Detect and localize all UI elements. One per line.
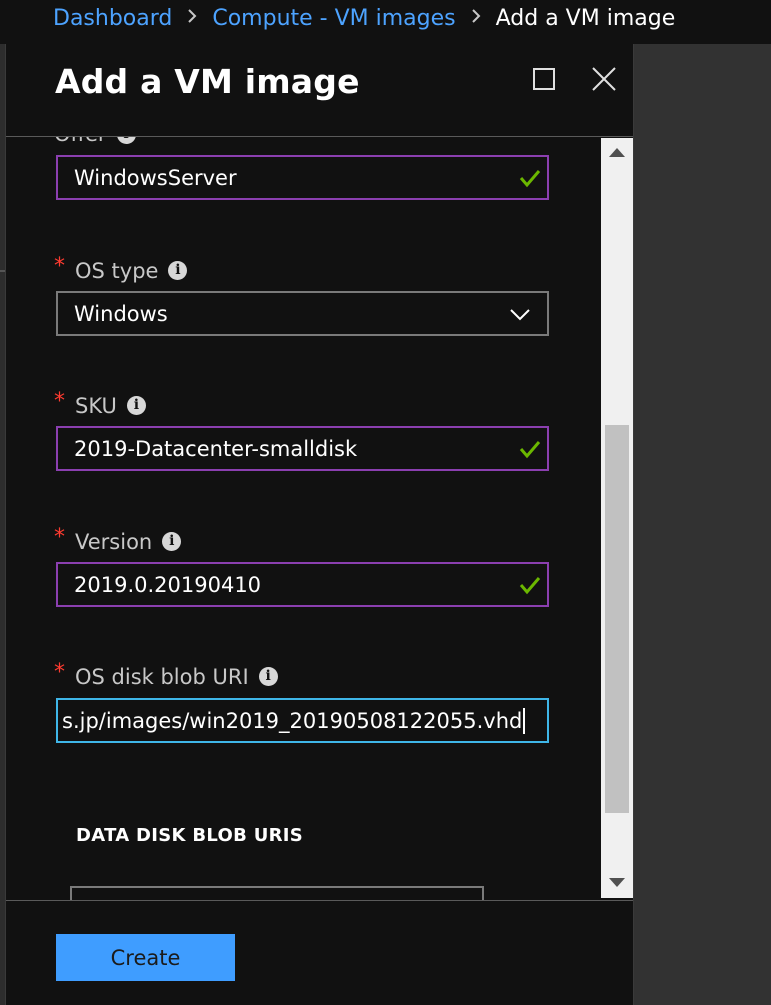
breadcrumb-bar: Dashboard Compute - VM images Add a VM i… [0, 0, 771, 44]
required-indicator: * [54, 660, 65, 685]
os-type-value: Windows [74, 301, 168, 326]
data-disk-list[interactable] [70, 886, 484, 900]
info-icon[interactable]: i [116, 137, 136, 144]
required-indicator: * [54, 389, 65, 414]
sku-label-row: * SKU i [54, 389, 146, 418]
sku-field[interactable]: 2019-Datacenter-smalldisk [56, 426, 549, 471]
footer-divider [6, 900, 633, 901]
arrow-up-icon [609, 148, 625, 157]
offer-label: Offer [54, 137, 107, 146]
scrollbar-thumb[interactable] [605, 425, 629, 813]
scroll-down-button[interactable] [601, 868, 633, 898]
version-value: 2019.0.20190410 [74, 572, 262, 597]
checkmark-icon [519, 170, 541, 188]
sku-value: 2019-Datacenter-smalldisk [74, 436, 358, 461]
os-disk-blob-uri-value: s.jp/images/win2019_20190508122055.vhd [62, 708, 523, 733]
offer-value: WindowsServer [74, 165, 237, 190]
blade-title: Add a VM image [55, 62, 360, 101]
checkmark-icon [519, 577, 541, 595]
breadcrumb-vm-images[interactable]: Compute - VM images [212, 6, 455, 31]
info-icon[interactable]: i [258, 667, 278, 686]
data-disk-heading: DATA DISK BLOB URIS [76, 825, 304, 846]
version-label-row: * Version i [54, 525, 182, 554]
breadcrumb: Dashboard Compute - VM images Add a VM i… [53, 6, 675, 31]
chevron-right-icon [470, 8, 482, 29]
sku-label: SKU [75, 393, 117, 418]
text-caret [523, 707, 526, 734]
os-type-label-row: * OS type i [54, 254, 188, 283]
os-disk-blob-uri-label: OS disk blob URI [75, 664, 249, 689]
info-icon[interactable]: i [168, 261, 188, 280]
os-disk-blob-uri-input[interactable]: s.jp/images/win2019_20190508122055.vhd [56, 698, 549, 743]
add-vm-image-blade: Add a VM image Offer i WindowsServer * O… [5, 44, 634, 1005]
os-disk-blob-uri-label-row: * OS disk blob URI i [54, 660, 278, 689]
background-panel-right [633, 44, 771, 1005]
checkmark-icon [519, 441, 541, 459]
info-icon[interactable]: i [126, 396, 146, 415]
offer-field[interactable]: WindowsServer [56, 155, 549, 200]
close-icon [592, 67, 616, 91]
arrow-down-icon [609, 878, 625, 887]
create-button[interactable]: Create [56, 934, 235, 981]
breadcrumb-current: Add a VM image [495, 6, 676, 31]
chevron-right-icon [186, 8, 198, 29]
required-indicator: * [54, 525, 65, 550]
breadcrumb-dashboard[interactable]: Dashboard [53, 6, 172, 31]
scrollbar[interactable] [601, 138, 633, 898]
maximize-button[interactable] [531, 66, 557, 92]
version-label: Version [75, 529, 153, 554]
os-type-label: OS type [75, 258, 159, 283]
close-button[interactable] [591, 66, 617, 92]
offer-label-row: Offer i [54, 137, 136, 146]
scroll-up-button[interactable] [601, 138, 633, 168]
chevron-down-icon [510, 309, 530, 321]
info-icon[interactable]: i [162, 532, 182, 551]
maximize-icon [533, 68, 555, 90]
os-type-select[interactable]: Windows [56, 291, 549, 336]
version-field[interactable]: 2019.0.20190410 [56, 562, 549, 607]
form-content: Offer i WindowsServer * OS type i Window… [6, 137, 598, 900]
required-indicator: * [54, 254, 65, 279]
